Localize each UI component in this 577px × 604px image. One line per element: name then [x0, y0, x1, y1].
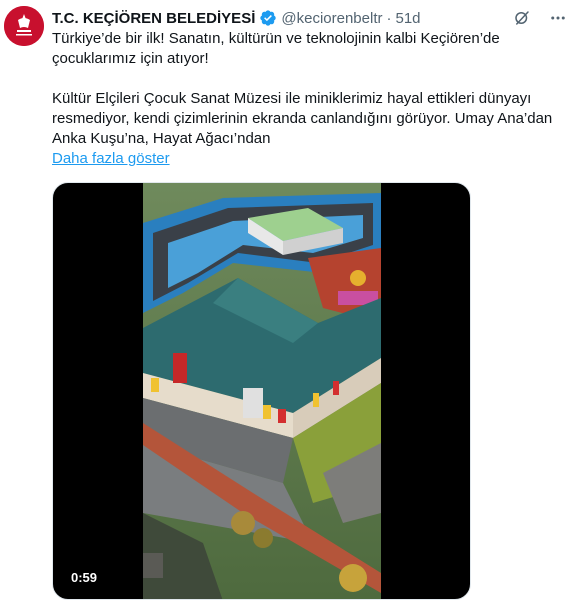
grok-icon[interactable] [513, 9, 531, 27]
show-more-link[interactable]: Daha fazla göster [52, 149, 170, 169]
tweet-paragraph-2: Kültür Elçileri Çocuk Sanat Müzesi ile m… [52, 90, 553, 147]
video-player[interactable]: 0:59 [52, 182, 471, 600]
tweet-text: Türkiye’de bir ilk! Sanatın, kültürün ve… [52, 29, 572, 169]
tweet-paragraph-1: Türkiye’de bir ilk! Sanatın, kültürün ve… [52, 30, 500, 67]
separator-dot: · [386, 9, 392, 27]
avatar[interactable] [4, 6, 44, 46]
author-name[interactable]: T.C. KEÇİÖREN BELEDİYESİ [52, 10, 255, 27]
video-duration: 0:59 [65, 568, 104, 587]
verified-badge-icon [259, 9, 277, 27]
video-thumbnail [143, 183, 381, 599]
timestamp[interactable]: 51d [395, 10, 420, 27]
tweet-header: T.C. KEÇİÖREN BELEDİYESİ @keciorenbeltr … [52, 7, 567, 29]
kecioren-logo-icon [4, 6, 44, 46]
more-options-icon[interactable] [549, 9, 567, 27]
author-handle[interactable]: @keciorenbeltr [281, 10, 382, 27]
